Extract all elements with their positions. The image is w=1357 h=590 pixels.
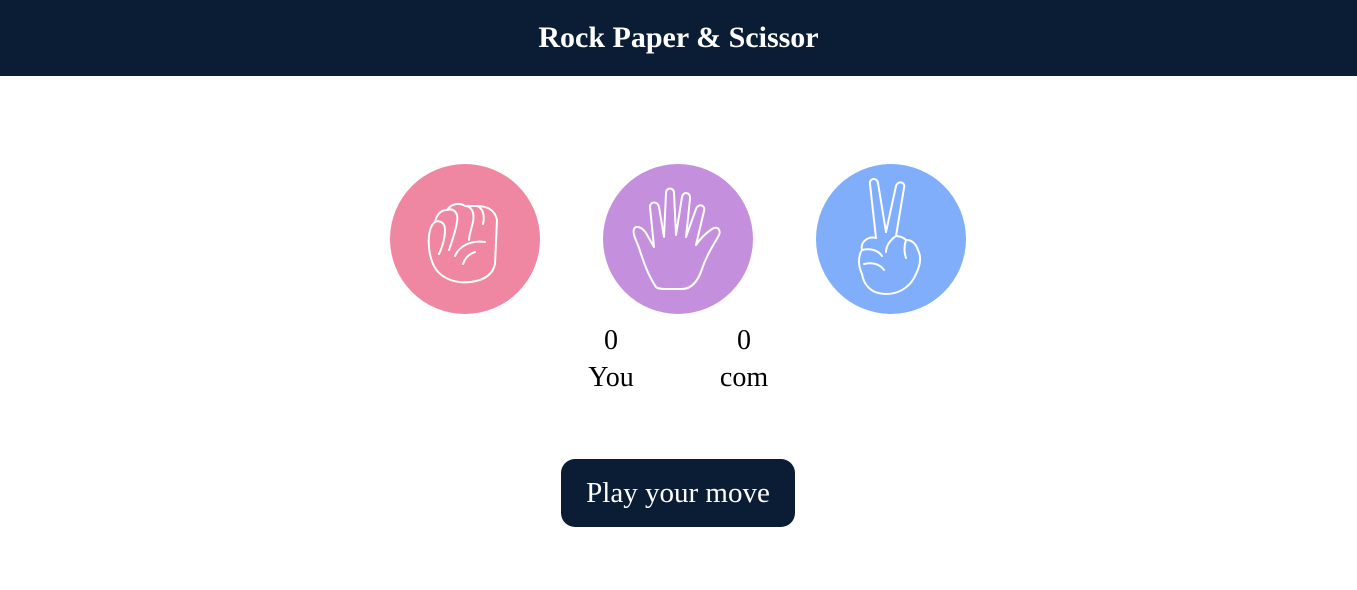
paper-choice[interactable] [603,164,753,314]
open-hand-icon [632,187,721,290]
player-score-label: You [588,362,634,393]
computer-score-value: 0 [737,325,751,356]
computer-score: 0 com [684,322,804,396]
header-bar: Rock Paper & Scissor [0,0,1357,76]
rock-choice[interactable] [390,164,540,314]
page-title: Rock Paper & Scissor [538,21,819,54]
player-score-value: 0 [604,325,618,356]
fist-icon [427,202,498,284]
player-score: 0 You [551,322,671,396]
computer-score-label: com [719,362,769,393]
peace-hand-icon [858,178,922,295]
scissor-choice[interactable] [816,164,966,314]
play-move-button[interactable]: Play your move [561,459,795,527]
